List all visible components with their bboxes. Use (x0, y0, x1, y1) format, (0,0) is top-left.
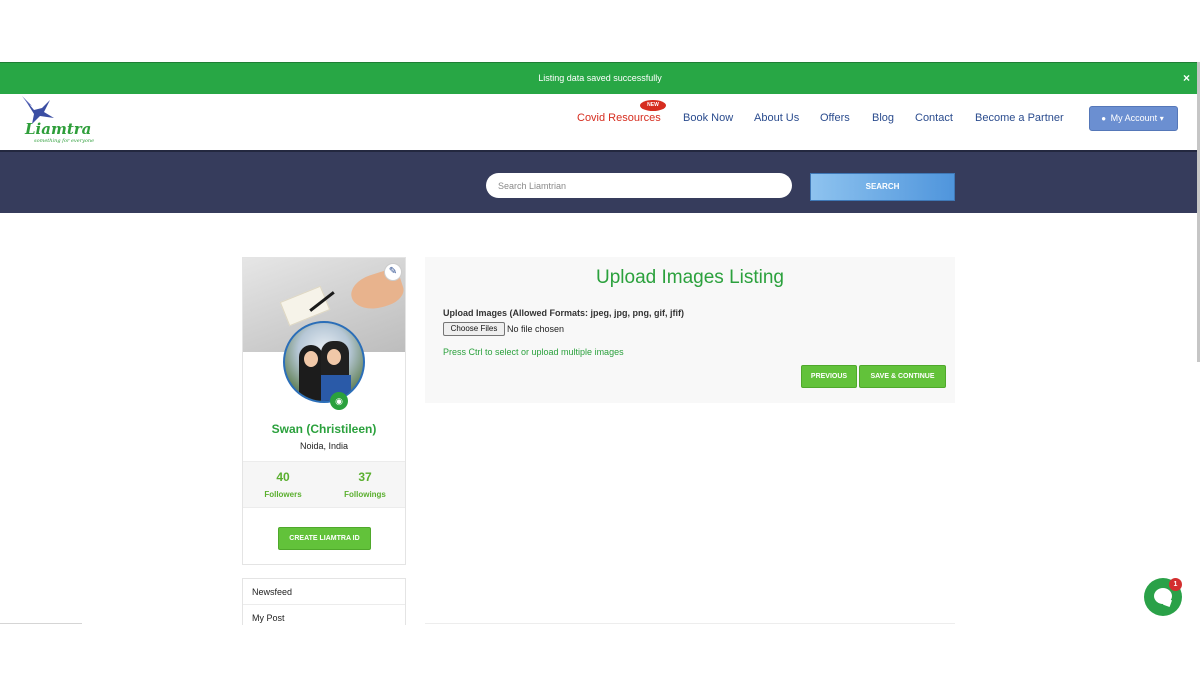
following-label: Followings (344, 490, 386, 499)
followers-count: 40 (276, 470, 290, 484)
search-button[interactable]: SEARCH (810, 173, 955, 201)
nav-book-now[interactable]: Book Now (683, 112, 733, 124)
nav-about-us[interactable]: About Us (754, 112, 799, 124)
content-divider (425, 623, 955, 624)
notification-message: Listing data saved successfully (538, 73, 662, 83)
avatar (283, 321, 365, 403)
close-icon[interactable]: × (1183, 63, 1190, 94)
nav-blog[interactable]: Blog (872, 112, 894, 124)
user-icon: ● (1101, 114, 1107, 123)
following-count: 37 (358, 470, 372, 484)
profile-location: Noida, India (299, 441, 349, 451)
search-input[interactable] (486, 173, 792, 198)
side-menu-newsfeed[interactable]: Newsfeed (243, 579, 405, 605)
nav-covid-resources[interactable]: Covid Resources (577, 112, 661, 124)
file-status-text: No file chosen (507, 324, 565, 334)
upload-images-panel: Upload Images Listing Upload Images (All… (425, 257, 955, 403)
upload-images-label: Upload Images (Allowed Formats: jpeg, jp… (443, 308, 685, 318)
side-menu: Newsfeed My Post (242, 578, 406, 625)
footer-divider (0, 623, 82, 624)
chat-bubble-tail (1163, 598, 1172, 607)
profile-name: Swan (Christileen) (271, 422, 377, 436)
my-account-button[interactable]: ● My Account ▾ (1089, 106, 1178, 131)
nav-become-a-partner[interactable]: Become a Partner (975, 112, 1064, 124)
my-account-label: My Account (1110, 113, 1158, 123)
following-stat[interactable]: 37 Followings (325, 470, 405, 499)
new-badge: NEW (640, 100, 666, 111)
save-and-continue-button[interactable]: SAVE & CONTINUE (859, 365, 946, 388)
previous-button[interactable]: PREVIOUS (801, 365, 857, 388)
chevron-down-icon: ▾ (1159, 114, 1164, 123)
create-liamtra-id-button[interactable]: CREATE LIAMTRA ID (278, 527, 371, 550)
profile-card: ✎ ◉ Swan (Christileen) Noida, India 40 F… (242, 257, 406, 565)
page-title: Upload Images Listing (596, 267, 784, 288)
brand-tagline: something for everyone (34, 138, 95, 144)
profile-stats: 40 Followers 37 Followings (243, 461, 405, 508)
side-menu-my-post[interactable]: My Post (243, 605, 405, 625)
brand-name: Liamtra (25, 120, 92, 138)
site-logo[interactable]: Liamtra something for everyone (20, 94, 94, 148)
avatar-face-left (304, 351, 318, 367)
nav-offers[interactable]: Offers (820, 112, 850, 124)
edit-cover-icon[interactable]: ✎ (384, 263, 402, 281)
upload-hint: Press Ctrl to select or upload multiple … (443, 347, 624, 357)
search-band: SEARCH (0, 150, 1197, 213)
choose-files-button[interactable]: Choose Files (443, 322, 505, 336)
followers-label: Followers (264, 490, 302, 499)
success-notification-bar: Listing data saved successfully × (0, 62, 1200, 94)
camera-icon[interactable]: ◉ (330, 392, 348, 410)
chat-notification-badge: 1 (1169, 578, 1182, 591)
avatar-face-right (327, 349, 341, 365)
site-header: Liamtra something for everyone NEW Covid… (0, 94, 1200, 150)
followers-stat[interactable]: 40 Followers (243, 470, 323, 499)
nav-contact[interactable]: Contact (915, 112, 953, 124)
